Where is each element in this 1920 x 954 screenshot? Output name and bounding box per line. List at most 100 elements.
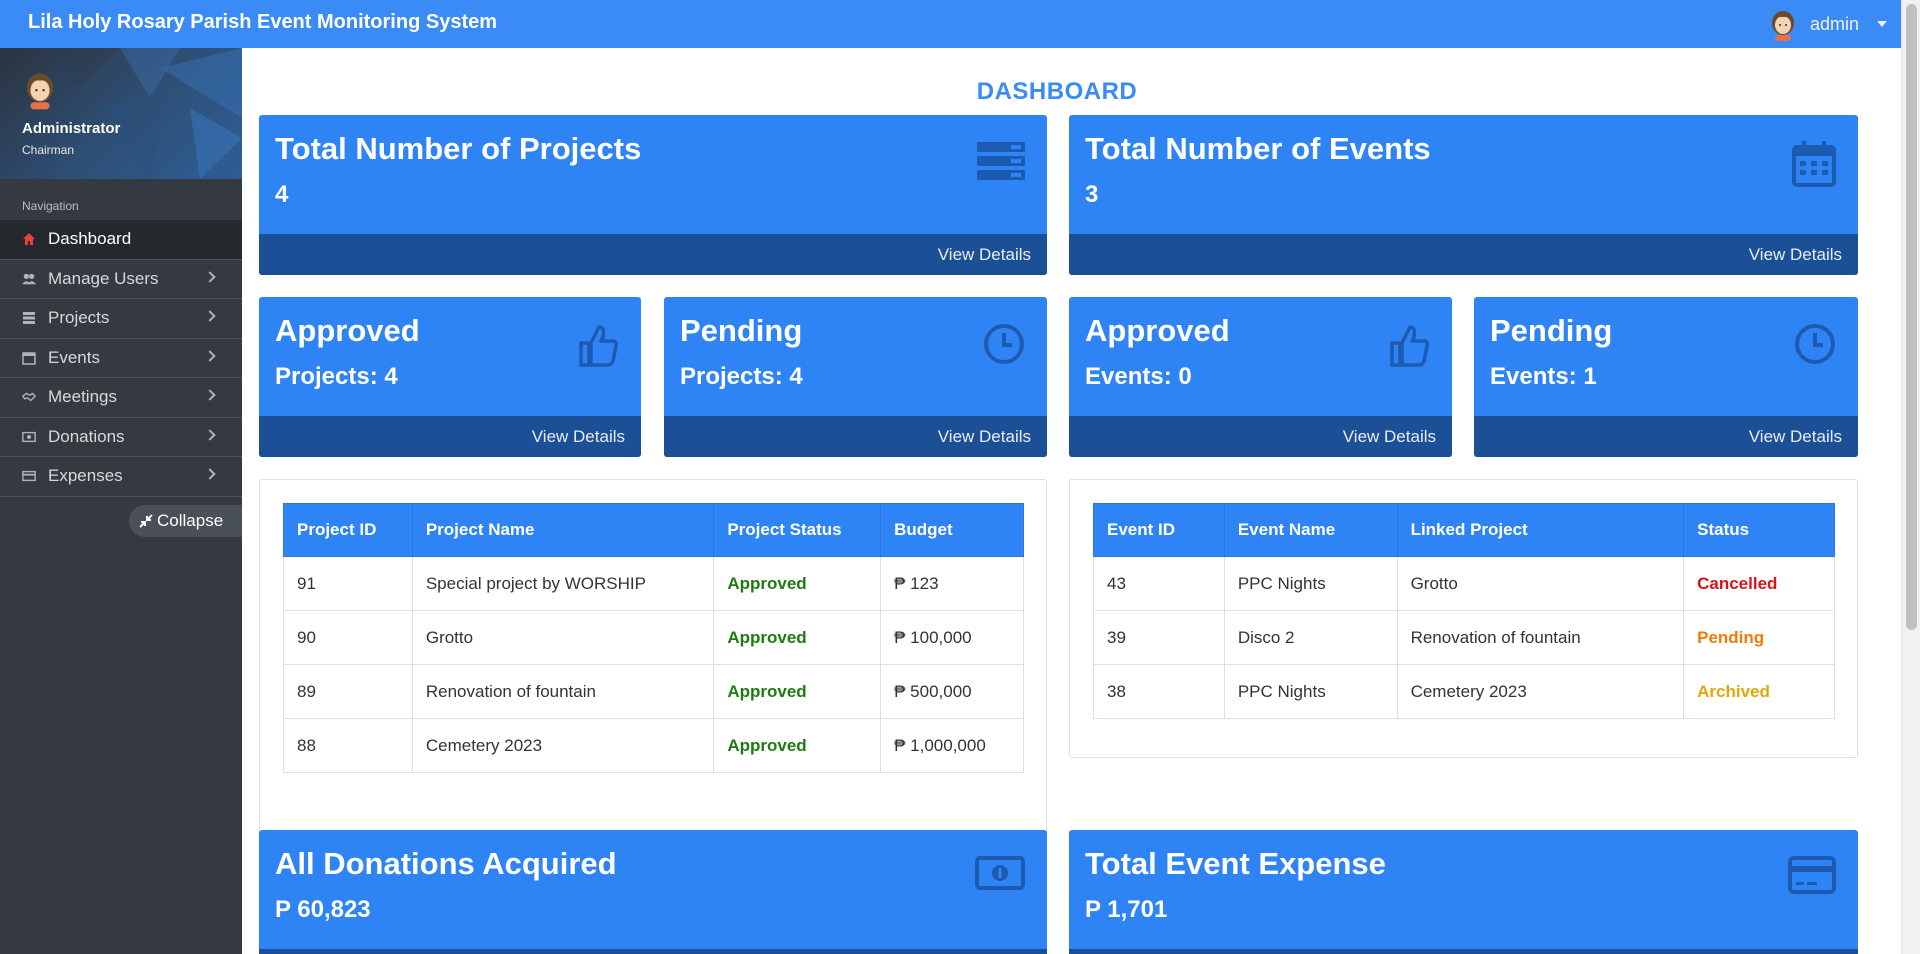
vertical-scrollbar[interactable]	[1901, 0, 1920, 954]
status-badge: Approved	[713, 718, 882, 773]
projects-table: Project ID Project Name Project Status B…	[283, 503, 1024, 773]
card-title: Approved	[275, 313, 420, 348]
sidebar-item-meetings[interactable]: Meetings	[0, 378, 242, 418]
project-id: 88	[283, 718, 413, 773]
events-table: Event ID Event Name Linked Project Statu…	[1093, 503, 1835, 719]
approved-projects-card: Approved Projects: 4 View Details	[259, 297, 641, 457]
sidebar-item-label: Expenses	[48, 466, 123, 486]
column-header[interactable]: Budget	[880, 503, 1024, 557]
sidebar-item-events[interactable]: Events	[0, 339, 242, 378]
view-details-label: View Details	[1342, 427, 1436, 446]
table-row[interactable]: 91 Special project by WORSHIP Approved ₱…	[283, 556, 1024, 611]
sidebar-item-label: Manage Users	[48, 268, 159, 288]
sidebar-item-label: Donations	[48, 426, 125, 446]
project-id: 91	[283, 556, 413, 611]
view-details-link[interactable]: View Details	[259, 234, 1047, 275]
view-details-link[interactable]: View Details	[259, 949, 1047, 954]
clock-icon	[984, 324, 1024, 364]
server-icon	[22, 311, 36, 325]
card-value: Projects: 4	[275, 363, 398, 390]
event-id: 39	[1093, 610, 1225, 665]
sidebar: Administrator Chairman Navigation Dashbo…	[0, 48, 242, 954]
credit-card-icon	[22, 469, 36, 483]
chevron-right-icon	[204, 310, 216, 322]
column-header[interactable]: Event ID	[1093, 503, 1225, 557]
table-row[interactable]: 89 Renovation of fountain Approved ₱ 500…	[283, 664, 1024, 719]
collapse-button[interactable]: Collapse	[129, 505, 242, 537]
card-title: Total Number of Events	[1085, 131, 1431, 166]
profile-role: Chairman	[22, 143, 75, 157]
card-title: Pending	[680, 313, 803, 348]
top-navbar: Lila Holy Rosary Parish Event Monitoring…	[0, 0, 1901, 48]
status-badge: Approved	[713, 664, 882, 719]
column-header[interactable]: Status	[1683, 503, 1835, 557]
collapse-label: Collapse	[157, 511, 224, 530]
view-details-label: View Details	[1748, 245, 1842, 264]
event-id: 38	[1093, 664, 1225, 719]
sidebar-item-expenses[interactable]: Expenses	[0, 457, 242, 497]
project-budget: ₱ 500,000	[880, 664, 1024, 719]
card-value: 4	[275, 181, 289, 208]
card-value: Events: 1	[1490, 363, 1597, 390]
sidebar-item-label: Projects	[48, 308, 110, 328]
view-details-link[interactable]: View Details	[1474, 416, 1858, 457]
card-title: All Donations Acquired	[275, 846, 617, 881]
card-title: Pending	[1490, 313, 1613, 348]
table-header-row: Project ID Project Name Project Status B…	[283, 503, 1024, 557]
status-badge: Approved	[713, 610, 882, 665]
linked-project: Renovation of fountain	[1396, 610, 1685, 665]
sidebar-menu: Dashboard Manage Users Projects Events M…	[0, 220, 242, 497]
money-icon	[975, 856, 1025, 890]
total-events-card: Total Number of Events 3 View Details	[1069, 115, 1858, 275]
thumbs-up-icon	[1390, 325, 1429, 367]
status-badge: Archived	[1683, 664, 1835, 719]
table-row[interactable]: 38 PPC Nights Cemetery 2023 Archived	[1093, 664, 1835, 719]
server-icon	[977, 142, 1025, 180]
table-row[interactable]: 88 Cemetery 2023 Approved ₱ 1,000,000	[283, 718, 1024, 773]
table-row[interactable]: 90 Grotto Approved ₱ 100,000	[283, 610, 1024, 665]
view-details-label: View Details	[531, 427, 625, 446]
sidebar-item-dashboard[interactable]: Dashboard	[0, 220, 242, 260]
sidebar-item-manage-users[interactable]: Manage Users	[0, 260, 242, 299]
table-row[interactable]: 39 Disco 2 Renovation of fountain Pendin…	[1093, 610, 1835, 665]
project-budget: ₱ 100,000	[880, 610, 1024, 665]
view-details-label: View Details	[937, 245, 1031, 264]
sidebar-item-projects[interactable]: Projects	[0, 299, 242, 339]
view-details-link[interactable]: View Details	[259, 416, 641, 457]
page-title: DASHBOARD	[976, 78, 1138, 105]
column-header[interactable]: Linked Project	[1396, 503, 1685, 557]
sidebar-profile: Administrator Chairman	[0, 48, 242, 179]
chevron-right-icon	[204, 428, 216, 441]
project-name: Special project by WORSHIP	[411, 556, 715, 611]
project-budget: ₱ 123	[880, 556, 1024, 611]
event-name: PPC Nights	[1223, 664, 1398, 719]
home-icon	[22, 232, 36, 246]
user-menu[interactable]: admin	[1768, 7, 1887, 41]
chevron-right-icon	[204, 270, 216, 283]
calendar-icon	[1792, 141, 1836, 187]
column-header[interactable]: Event Name	[1223, 503, 1398, 557]
project-name: Cemetery 2023	[411, 718, 715, 773]
view-details-link[interactable]: View Details	[1069, 234, 1858, 275]
sidebar-item-donations[interactable]: Donations	[0, 418, 242, 457]
card-title: Total Event Expense	[1085, 846, 1386, 881]
status-badge: Cancelled	[1683, 556, 1835, 611]
event-name: Disco 2	[1223, 610, 1398, 665]
column-header[interactable]: Project Name	[411, 503, 715, 557]
view-details-link[interactable]: View Details	[1069, 416, 1452, 457]
column-header[interactable]: Project ID	[283, 503, 413, 557]
pending-projects-card: Pending Projects: 4 View Details	[664, 297, 1047, 457]
app-title[interactable]: Lila Holy Rosary Parish Event Monitoring…	[28, 11, 497, 34]
card-value: P 1,701	[1085, 896, 1168, 923]
table-row[interactable]: 43 PPC Nights Grotto Cancelled	[1093, 556, 1835, 611]
project-id: 89	[283, 664, 413, 719]
column-header[interactable]: Project Status	[713, 503, 882, 557]
status-badge: Approved	[713, 556, 882, 611]
linked-project: Grotto	[1396, 556, 1685, 611]
nav-section-label: Navigation	[22, 199, 79, 213]
scrollbar-thumb[interactable]	[1906, 4, 1917, 630]
view-details-link[interactable]: View Details	[664, 416, 1047, 457]
user-avatar-icon	[1771, 11, 1794, 41]
handshake-icon	[22, 390, 36, 404]
view-details-link[interactable]: View Details	[1069, 949, 1858, 954]
